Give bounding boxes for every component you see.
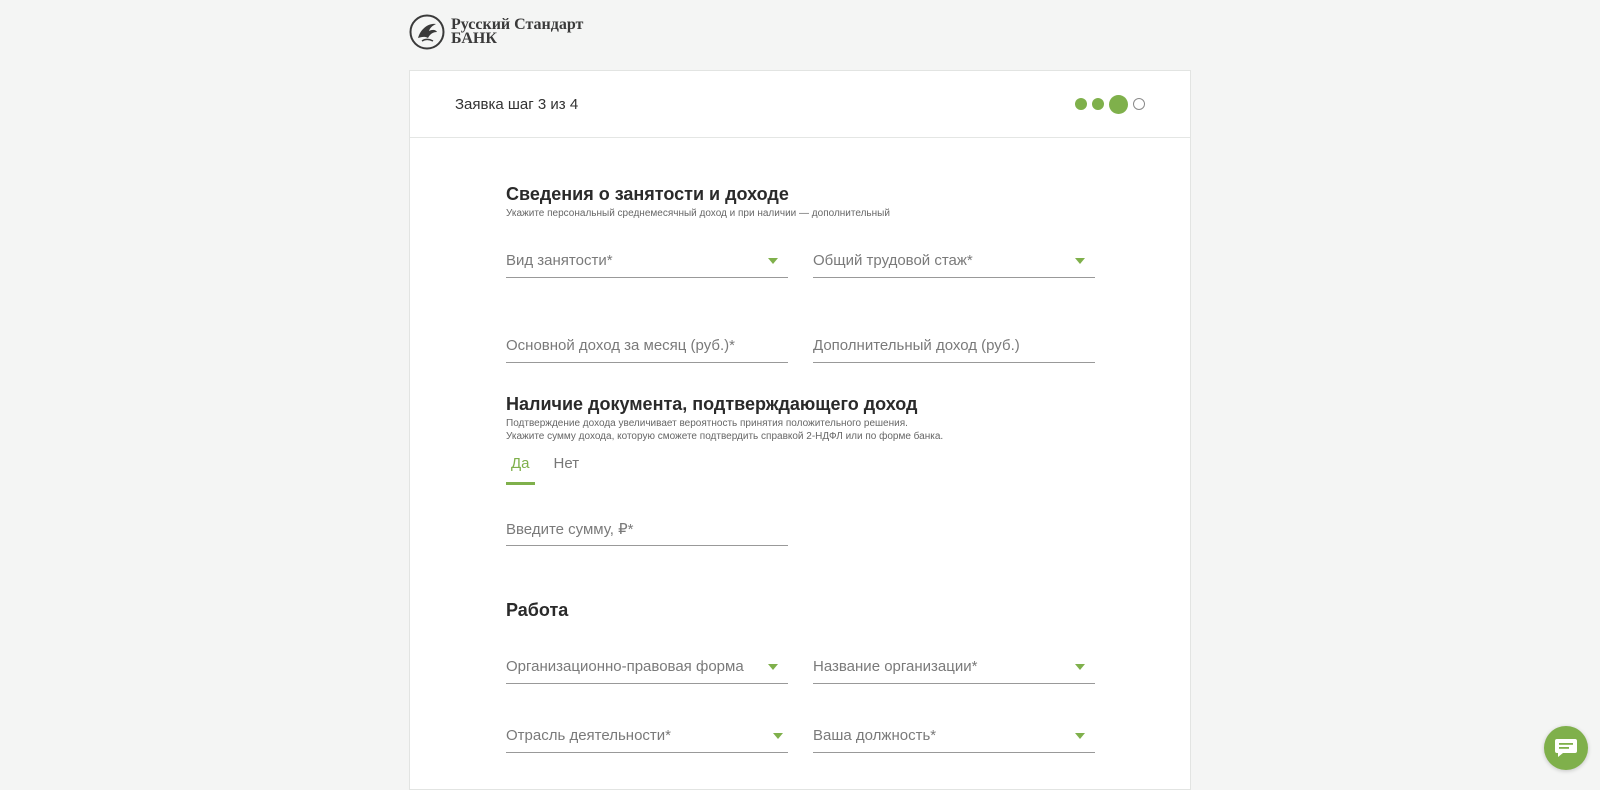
- brand-logo[interactable]: Русский Стандарт Банк: [409, 14, 583, 50]
- industry-select[interactable]: Отрасль деятельности*: [506, 719, 788, 753]
- work-section-title: Работа: [506, 600, 569, 620]
- additional-income-label: Дополнительный доход (руб.): [813, 337, 1020, 354]
- confirmed-amount-input[interactable]: Введите сумму, ₽*: [506, 512, 788, 546]
- brand-name: Русский Стандарт Банк: [451, 17, 583, 47]
- document-section-subtitle-1: Подтверждение дохода увеличивает вероятн…: [506, 418, 908, 429]
- step-dot-1: [1075, 98, 1087, 110]
- application-card: Заявка шаг 3 из 4 Сведения о занятости и…: [409, 70, 1191, 790]
- chat-icon: [1555, 739, 1577, 757]
- step-progress: [1075, 94, 1145, 114]
- document-section-title: Наличие документа, подтверждающего доход: [506, 394, 918, 414]
- industry-label: Отрасль деятельности*: [506, 727, 671, 744]
- brand-name-line2: Банк: [451, 30, 497, 47]
- chevron-down-icon: [773, 733, 783, 739]
- step-title: Заявка шаг 3 из 4: [455, 95, 579, 113]
- main-income-label: Основной доход за месяц (руб.)*: [506, 337, 735, 354]
- chevron-down-icon: [1075, 733, 1085, 739]
- total-experience-select[interactable]: Общий трудовой стаж*: [813, 244, 1095, 278]
- chevron-down-icon: [1075, 664, 1085, 670]
- total-experience-label: Общий трудовой стаж*: [813, 252, 973, 269]
- chevron-down-icon: [768, 664, 778, 670]
- legal-form-select[interactable]: Организационно-правовая форма: [506, 650, 788, 684]
- legal-form-label: Организационно-правовая форма: [506, 658, 744, 675]
- chevron-down-icon: [768, 258, 778, 264]
- org-name-select[interactable]: Название организации*: [813, 650, 1095, 684]
- org-name-label: Название организации*: [813, 658, 978, 675]
- chat-button[interactable]: [1544, 726, 1588, 770]
- employment-section-subtitle: Укажите персональный среднемесячный дохо…: [506, 208, 890, 219]
- step-dot-4: [1133, 98, 1145, 110]
- document-tabs: Да Нет: [506, 451, 584, 485]
- confirmed-amount-label: Введите сумму, ₽*: [506, 521, 634, 538]
- employment-type-select[interactable]: Вид занятости*: [506, 244, 788, 278]
- position-label: Ваша должность*: [813, 727, 937, 744]
- chevron-down-icon: [1075, 258, 1085, 264]
- position-select[interactable]: Ваша должность*: [813, 719, 1095, 753]
- employment-section-title: Сведения о занятости и доходе: [506, 184, 789, 204]
- griffin-logo-icon: [409, 14, 445, 50]
- step-dot-3-current: [1109, 94, 1128, 114]
- step-dot-2: [1092, 98, 1104, 110]
- tab-no[interactable]: Нет: [549, 451, 585, 485]
- card-header: Заявка шаг 3 из 4: [410, 71, 1190, 138]
- additional-income-input[interactable]: Дополнительный доход (руб.): [813, 329, 1095, 363]
- tab-yes[interactable]: Да: [506, 451, 535, 485]
- main-income-input[interactable]: Основной доход за месяц (руб.)*: [506, 329, 788, 363]
- employment-type-label: Вид занятости*: [506, 252, 613, 269]
- document-section-subtitle-2: Укажите сумму дохода, которую сможете по…: [506, 431, 944, 442]
